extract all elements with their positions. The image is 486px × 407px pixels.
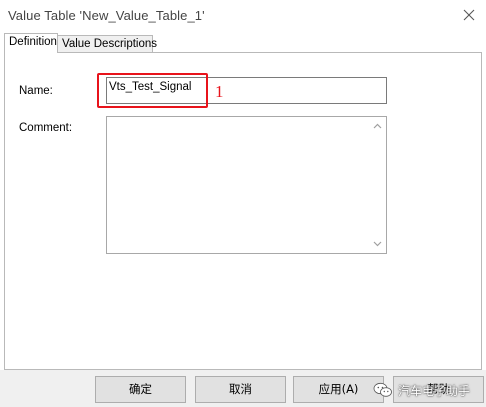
comment-scrollbar[interactable] [369, 117, 386, 253]
close-button[interactable] [456, 4, 482, 26]
wechat-icon [373, 382, 392, 397]
annotation-number: 1 [215, 82, 224, 101]
scroll-down-arrow-icon[interactable] [373, 241, 382, 247]
close-icon [463, 9, 475, 21]
annotation-highlight-box [97, 73, 208, 108]
tab-value-descriptions[interactable]: Value Descriptions [58, 35, 157, 52]
tab-definition[interactable]: Definition [4, 33, 58, 53]
watermark: 汽车电子助手 [373, 378, 470, 402]
title-bar: Value Table 'New_Value_Table_1' [0, 0, 486, 30]
apply-button[interactable]: 应用(A) [293, 376, 384, 403]
ok-button[interactable]: 确定 [95, 376, 186, 403]
watermark-text: 汽车电子助手 [398, 383, 471, 398]
name-label: Name: [19, 85, 53, 97]
comment-textarea[interactable] [106, 116, 387, 254]
window-title: Value Table 'New_Value_Table_1' [8, 8, 205, 23]
comment-label: Comment: [19, 122, 73, 134]
cancel-button[interactable]: 取消 [195, 376, 286, 403]
scroll-up-arrow-icon[interactable] [373, 123, 382, 129]
